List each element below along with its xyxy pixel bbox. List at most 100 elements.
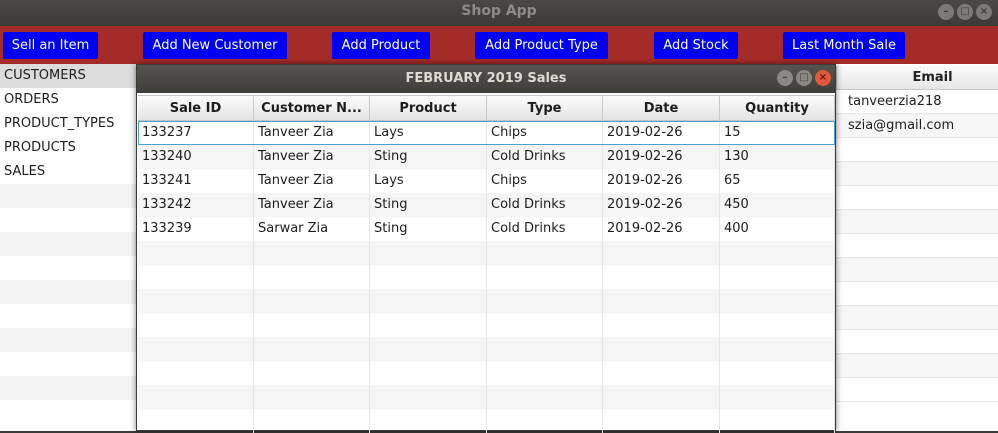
sidebar-item-products[interactable]: PRODUCTS [0, 136, 138, 160]
table-row[interactable]: 133242 Tanveer Zia Sting Cold Drinks 201… [138, 193, 835, 217]
add-stock-button[interactable]: Add Stock [654, 32, 738, 59]
add-customer-button[interactable]: Add New Customer [143, 32, 287, 59]
empty-row [0, 328, 138, 352]
column-header-customer-name[interactable]: Customer N... [254, 96, 370, 122]
sidebar-item-orders[interactable]: ORDERS [0, 88, 138, 112]
empty-row [836, 162, 998, 186]
cell-product: Lays [370, 169, 487, 193]
cell-customer-name: Tanveer Zia [254, 121, 370, 145]
dialog-titlebar[interactable]: FEBRUARY 2019 Sales – □ × [137, 65, 835, 93]
empty-row [0, 184, 138, 208]
dialog-controls: – □ × [777, 70, 831, 86]
empty-row [0, 400, 138, 424]
empty-row [138, 361, 835, 385]
empty-row [0, 280, 138, 304]
empty-row [0, 256, 138, 280]
last-month-sale-button[interactable]: Last Month Sale [783, 32, 905, 59]
empty-row [138, 265, 835, 289]
customers-table: Email tanveerzia218 szia@gmail.com [836, 66, 998, 431]
column-header-quantity[interactable]: Quantity [720, 96, 835, 122]
sidebar-item-customers[interactable]: CUSTOMERS [0, 64, 138, 88]
table-row[interactable]: tanveerzia218 [836, 90, 998, 114]
cell-customer-name: Tanveer Zia [254, 169, 370, 193]
empty-row [138, 241, 835, 265]
empty-row [836, 234, 998, 258]
cell-date: 2019-02-26 [603, 169, 720, 193]
empty-row [0, 208, 138, 232]
cell-quantity: 400 [720, 217, 835, 241]
column-header-type[interactable]: Type [487, 96, 603, 122]
sales-dialog: FEBRUARY 2019 Sales – □ × Sale ID Custom… [136, 64, 836, 433]
empty-row [0, 352, 138, 376]
cell-product: Sting [370, 193, 487, 217]
cell-type: Cold Drinks [487, 217, 603, 241]
empty-row [138, 289, 835, 313]
table-row[interactable]: szia@gmail.com [836, 114, 998, 138]
cell-quantity: 450 [720, 193, 835, 217]
cell-customer-name: Tanveer Zia [254, 193, 370, 217]
sell-item-button[interactable]: Sell an Item [3, 32, 98, 59]
dialog-title: FEBRUARY 2019 Sales [405, 71, 567, 86]
close-icon[interactable]: × [976, 4, 992, 20]
cell-quantity: 15 [720, 121, 835, 145]
table-row[interactable]: 133237 Tanveer Zia Lays Chips 2019-02-26… [138, 121, 835, 145]
column-header-email[interactable]: Email [836, 66, 998, 90]
table-header: Sale ID Customer N... Product Type Date … [138, 95, 835, 122]
empty-row [836, 330, 998, 354]
toolbar: Sell an Item Add New Customer Add Produc… [0, 26, 998, 64]
cell-date: 2019-02-26 [603, 193, 720, 217]
empty-row [0, 232, 138, 256]
empty-row [836, 282, 998, 306]
table-row[interactable]: 133240 Tanveer Zia Sting Cold Drinks 201… [138, 145, 835, 169]
app-title: Shop App [461, 3, 537, 19]
maximize-icon[interactable]: □ [796, 70, 812, 86]
empty-row [138, 385, 835, 409]
cell-sale-id: 133242 [138, 193, 254, 217]
minimize-icon[interactable]: – [938, 4, 954, 20]
empty-row [836, 306, 998, 330]
maximize-icon[interactable]: □ [957, 4, 973, 20]
cell-date: 2019-02-26 [603, 121, 720, 145]
cell-customer-name: Sarwar Zia [254, 217, 370, 241]
cell-sale-id: 133241 [138, 169, 254, 193]
cell-type: Cold Drinks [487, 145, 603, 169]
cell-customer-name: Tanveer Zia [254, 145, 370, 169]
empty-row [0, 376, 138, 400]
table-row[interactable]: 133239 Sarwar Zia Sting Cold Drinks 2019… [138, 217, 835, 241]
minimize-icon[interactable]: – [777, 70, 793, 86]
window-controls: – □ × [938, 4, 992, 20]
empty-row [836, 378, 998, 402]
empty-row [138, 313, 835, 337]
app-titlebar[interactable]: Shop App – □ × [0, 0, 998, 26]
empty-row [836, 258, 998, 282]
cell-type: Chips [487, 121, 603, 145]
cell-product: Sting [370, 145, 487, 169]
empty-row [138, 337, 835, 361]
add-product-button[interactable]: Add Product [332, 32, 430, 59]
cell-type: Cold Drinks [487, 193, 603, 217]
column-header-sale-id[interactable]: Sale ID [138, 96, 254, 122]
table-list: CUSTOMERS ORDERS PRODUCT_TYPES PRODUCTS … [0, 64, 138, 431]
empty-row [836, 138, 998, 162]
close-icon[interactable]: × [815, 70, 831, 86]
cell-quantity: 130 [720, 145, 835, 169]
sidebar-item-product-types[interactable]: PRODUCT_TYPES [0, 112, 138, 136]
shop-app-window: Shop App – □ × Sell an Item Add New Cust… [0, 0, 998, 433]
cell-sale-id: 133240 [138, 145, 254, 169]
cell-date: 2019-02-26 [603, 145, 720, 169]
sales-table: Sale ID Customer N... Product Type Date … [138, 95, 835, 433]
cell-product: Sting [370, 217, 487, 241]
add-product-type-button[interactable]: Add Product Type [475, 32, 608, 59]
empty-row [0, 304, 138, 328]
cell-sale-id: 133237 [138, 121, 254, 145]
table-row[interactable]: 133241 Tanveer Zia Lays Chips 2019-02-26… [138, 169, 835, 193]
cell-product: Lays [370, 121, 487, 145]
empty-row [138, 409, 835, 433]
cell-quantity: 65 [720, 169, 835, 193]
empty-row [836, 354, 998, 378]
cell-type: Chips [487, 169, 603, 193]
sidebar-item-sales[interactable]: SALES [0, 160, 138, 184]
column-header-date[interactable]: Date [603, 96, 720, 122]
column-header-product[interactable]: Product [370, 96, 487, 122]
cell-sale-id: 133239 [138, 217, 254, 241]
